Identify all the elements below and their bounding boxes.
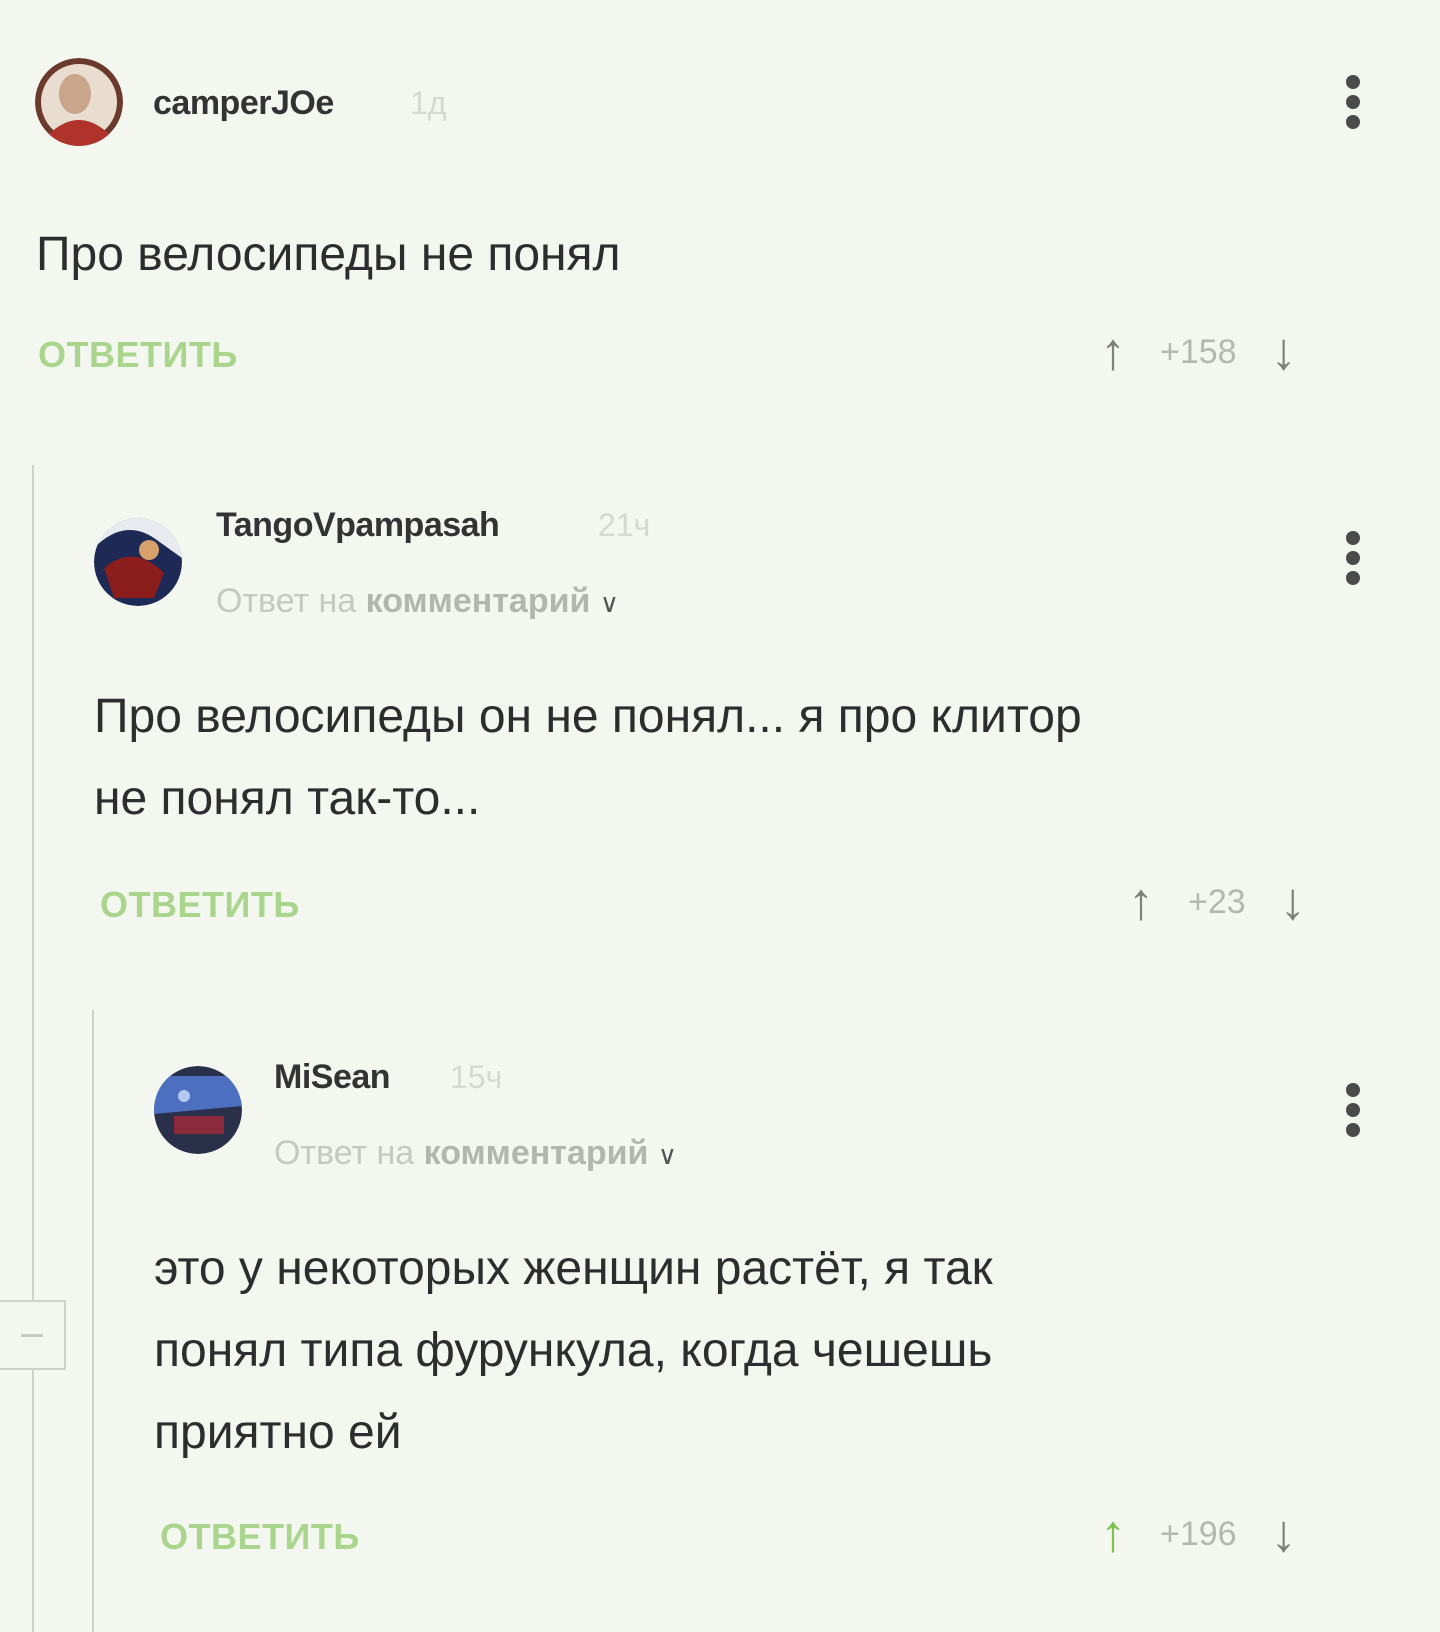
reply-button[interactable]: ОТВЕТИТЬ: [160, 1516, 360, 1558]
score: +23: [1188, 882, 1246, 921]
vote-controls: ↑ +196 ↓: [1100, 1508, 1297, 1560]
username[interactable]: MiSean: [274, 1058, 391, 1097]
more-options-icon[interactable]: [1346, 528, 1360, 588]
thread-line-level-2: [92, 1010, 94, 1632]
collapse-thread-button[interactable]: [0, 1300, 66, 1370]
score: +158: [1160, 332, 1237, 371]
username[interactable]: TangoVpampasah: [216, 506, 500, 545]
reply-button[interactable]: ОТВЕТИТЬ: [38, 334, 238, 376]
downvote-arrow-icon[interactable]: ↓: [1280, 876, 1306, 928]
reply-to-target: комментарий: [423, 1134, 649, 1172]
username[interactable]: camperJOe: [153, 84, 334, 123]
thread-line-level-1: [32, 465, 34, 1632]
reply-to-link[interactable]: Ответ на комментарий ∨: [216, 582, 619, 621]
timestamp: 21ч: [598, 507, 651, 543]
chevron-down-icon: ∨: [657, 1140, 677, 1170]
more-options-icon[interactable]: [1346, 72, 1360, 132]
comment-text: Про велосипеды не понял: [36, 228, 621, 281]
comment-text-line-2: понял типа фурункула, когда чешешь: [154, 1324, 993, 1377]
timestamp: 15ч: [450, 1059, 503, 1095]
timestamp: 1д: [410, 85, 447, 121]
avatar[interactable]: [35, 58, 123, 146]
minus-icon: [21, 1333, 43, 1337]
comment-text-line-2: не понял так-то...: [94, 772, 481, 825]
user-avatar-icon: [154, 1066, 242, 1154]
chevron-down-icon: ∨: [599, 588, 619, 618]
upvote-arrow-icon[interactable]: ↑: [1128, 876, 1154, 928]
comments-page: camperJOe 1д Про велосипеды не понял ОТВ…: [0, 0, 1440, 1632]
reply-button[interactable]: ОТВЕТИТЬ: [100, 884, 300, 926]
avatar[interactable]: [94, 518, 182, 606]
comment-text-line-1: это у некоторых женщин растёт, я так: [154, 1242, 993, 1295]
downvote-arrow-icon[interactable]: ↓: [1271, 326, 1297, 378]
downvote-arrow-icon[interactable]: ↓: [1271, 1508, 1297, 1560]
avatar[interactable]: [154, 1066, 242, 1154]
upvote-arrow-icon[interactable]: ↑: [1100, 1508, 1126, 1560]
vote-controls: ↑ +158 ↓: [1100, 326, 1297, 378]
upvote-arrow-icon[interactable]: ↑: [1100, 326, 1126, 378]
reply-to-prefix: Ответ на: [274, 1134, 415, 1172]
reply-to-link[interactable]: Ответ на комментарий ∨: [274, 1134, 677, 1173]
user-avatar-icon: [35, 58, 123, 146]
comment-text-line-1: Про велосипеды он не понял... я про клит…: [94, 690, 1082, 743]
reply-to-prefix: Ответ на: [216, 582, 357, 620]
reply-to-target: комментарий: [365, 582, 591, 620]
vote-controls: ↑ +23 ↓: [1128, 876, 1306, 928]
more-options-icon[interactable]: [1346, 1080, 1360, 1140]
user-avatar-icon: [94, 518, 182, 606]
score: +196: [1160, 1514, 1237, 1553]
comment-text-line-3: приятно ей: [154, 1406, 402, 1459]
